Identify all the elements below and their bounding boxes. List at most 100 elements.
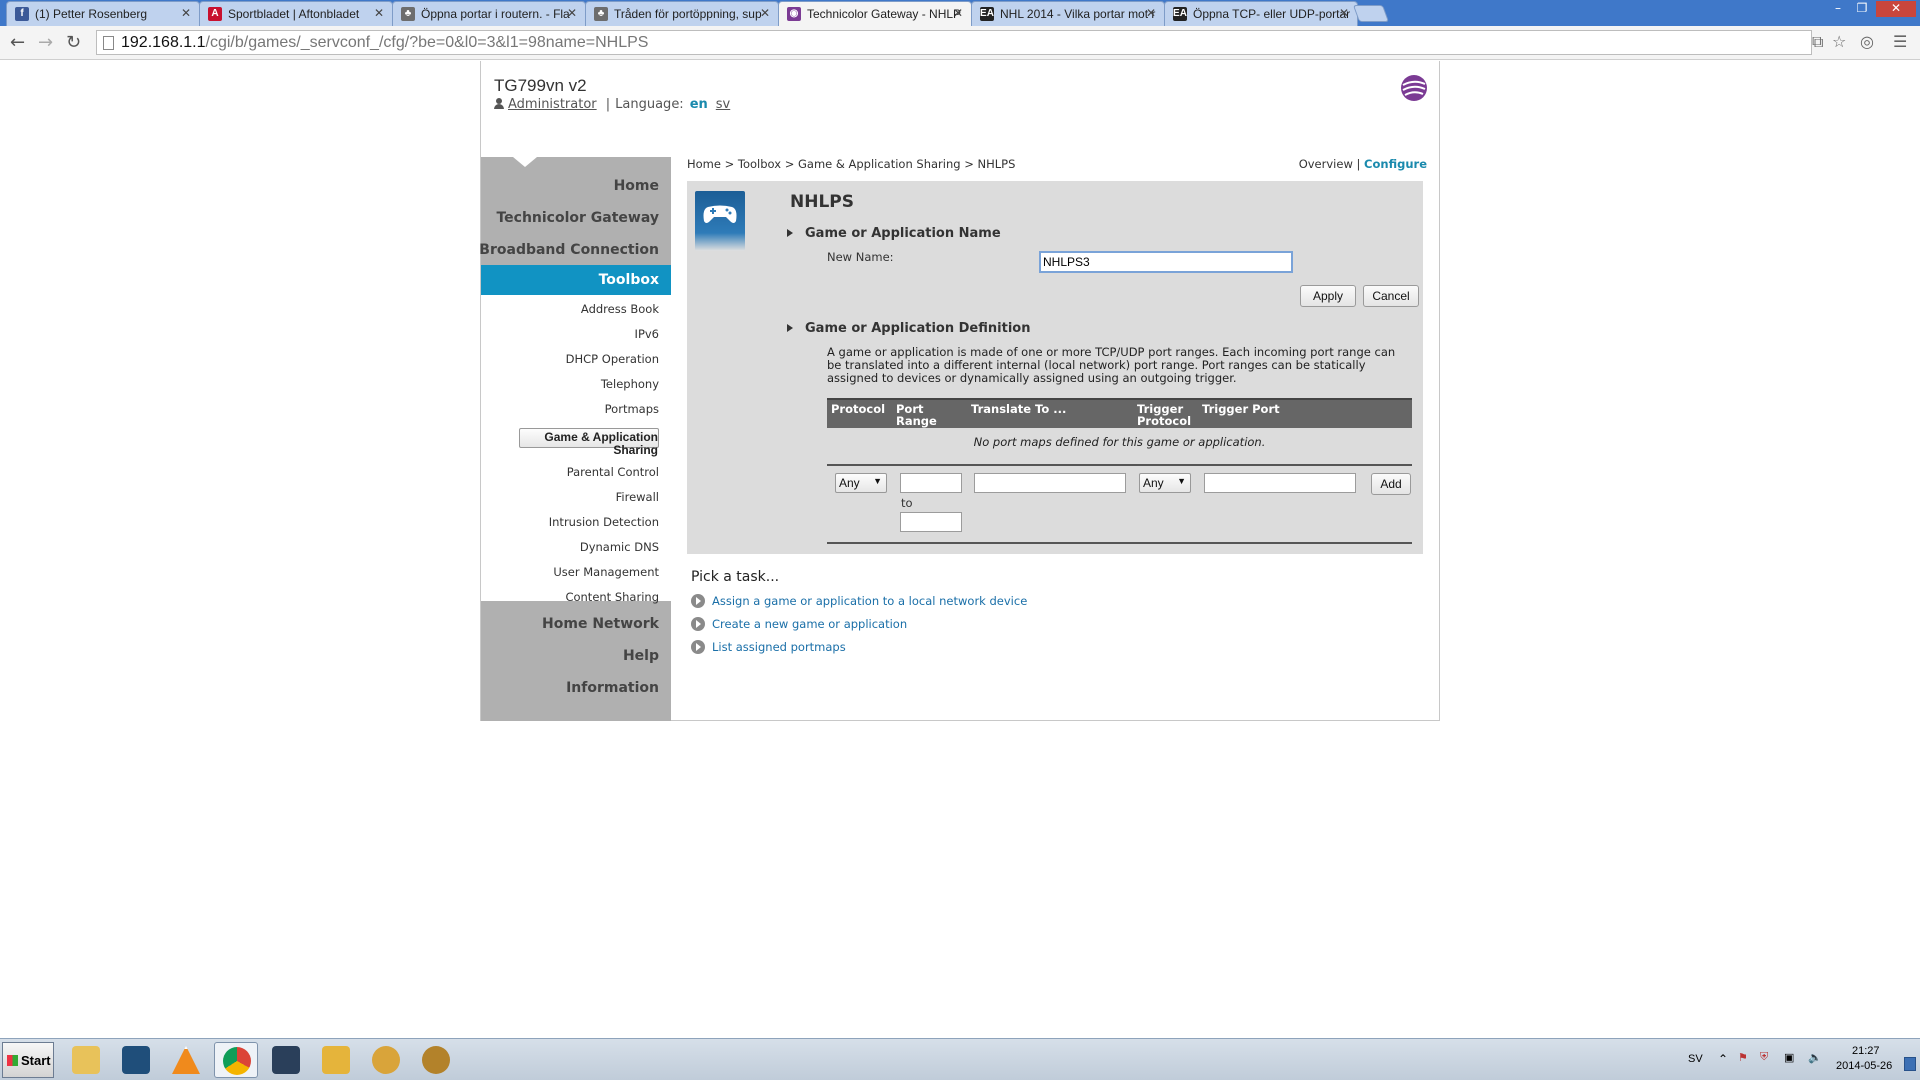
- close-window-icon[interactable]: ✕: [1876, 1, 1916, 17]
- clock-time[interactable]: 21:27: [1852, 1045, 1880, 1057]
- submenu-content-sharing[interactable]: Content Sharing: [565, 591, 659, 604]
- configure-link[interactable]: Configure: [1364, 157, 1427, 171]
- taskbar-game[interactable]: [314, 1042, 358, 1078]
- address-bar[interactable]: 192.168.1.1/cgi/b/games/_servconf_/cfg/?…: [96, 30, 1812, 55]
- submenu-game-application-sharing[interactable]: Game & Application Sharing: [519, 428, 659, 457]
- steam-icon: [272, 1046, 300, 1074]
- sidebar-item-technicolor-gateway[interactable]: Technicolor Gateway: [496, 210, 659, 226]
- browser-tab[interactable]: f (1) Petter Rosenberg ✕: [6, 1, 200, 26]
- action-center-icon[interactable]: ⚑: [1738, 1051, 1748, 1064]
- translate-icon[interactable]: ⧉: [1812, 32, 1823, 52]
- back-icon[interactable]: ←: [10, 32, 25, 53]
- submenu-ipv6[interactable]: IPv6: [635, 328, 659, 341]
- tab-close-icon[interactable]: ✕: [181, 6, 191, 20]
- protocol-select[interactable]: Any ▼: [835, 473, 887, 493]
- show-desktop-button[interactable]: [1904, 1057, 1916, 1071]
- new-name-input[interactable]: [1039, 251, 1293, 273]
- browser-tab[interactable]: ◉ Technicolor Gateway - NHLP ✕: [778, 1, 972, 26]
- sidebar-item-information[interactable]: Information: [566, 680, 659, 696]
- task-label[interactable]: Create a new game or application: [712, 617, 907, 631]
- game-icon: [372, 1046, 400, 1074]
- submenu-dynamic-dns[interactable]: Dynamic DNS: [580, 541, 659, 554]
- submenu-telephony[interactable]: Telephony: [601, 378, 659, 391]
- col-trigger-port: Trigger Port: [1202, 402, 1280, 416]
- submenu-user-management[interactable]: User Management: [553, 566, 659, 579]
- start-button[interactable]: Start: [2, 1042, 54, 1078]
- taskbar-steam[interactable]: [264, 1042, 308, 1078]
- forward-icon[interactable]: →: [38, 32, 53, 53]
- new-tab-button[interactable]: [1352, 5, 1390, 22]
- taskbar-app[interactable]: [114, 1042, 158, 1078]
- sidebar-item-broadband-connection[interactable]: Broadband Connection: [479, 242, 659, 258]
- breadcrumb[interactable]: Home > Toolbox > Game & Application Shar…: [687, 157, 1015, 171]
- add-button[interactable]: Add: [1371, 473, 1411, 495]
- taskbar-explorer[interactable]: [64, 1042, 108, 1078]
- browser-tab[interactable]: EA NHL 2014 - Vilka portar mot r ✕: [971, 1, 1165, 26]
- tab-close-icon[interactable]: ✕: [374, 6, 384, 20]
- task-list-portmaps[interactable]: List assigned portmaps: [691, 637, 846, 654]
- tab-title: Öppna portar i routern. - Fla: [421, 7, 570, 21]
- definition-description: A game or application is made of one or …: [827, 345, 1396, 385]
- sidebar-item-help[interactable]: Help: [623, 648, 659, 664]
- facebook-icon: f: [15, 7, 29, 21]
- task-label[interactable]: List assigned portmaps: [712, 640, 846, 654]
- volume-icon[interactable]: 🔈: [1808, 1051, 1822, 1064]
- submenu-address-book[interactable]: Address Book: [581, 303, 659, 316]
- security-icon[interactable]: ⛨: [1760, 1051, 1768, 1064]
- submenu-portmaps[interactable]: Portmaps: [605, 403, 659, 416]
- show-hidden-icons[interactable]: ⌃: [1718, 1052, 1728, 1066]
- administrator-link[interactable]: Administrator: [508, 97, 597, 112]
- extension-icon[interactable]: ◎: [1860, 32, 1874, 51]
- restore-icon[interactable]: ❐: [1852, 1, 1872, 17]
- sidebar-notch: [513, 157, 537, 167]
- taskbar-vlc[interactable]: [164, 1042, 208, 1078]
- reload-icon[interactable]: ↻: [66, 32, 81, 53]
- tab-close-icon[interactable]: ✕: [1339, 6, 1349, 20]
- port-range-end-input[interactable]: [900, 512, 962, 532]
- taskbar-wow[interactable]: [414, 1042, 458, 1078]
- task-assign-game[interactable]: Assign a game or application to a local …: [691, 591, 1027, 608]
- taskbar-chrome[interactable]: [214, 1042, 258, 1078]
- taskbar-game2[interactable]: [364, 1042, 408, 1078]
- submenu-dhcp-operation[interactable]: DHCP Operation: [566, 353, 659, 366]
- browser-tab[interactable]: A Sportbladet | Aftonbladet ✕: [199, 1, 393, 26]
- translate-to-input[interactable]: [974, 473, 1126, 493]
- expand-arrow-icon: [787, 229, 793, 237]
- aftonbladet-icon: A: [208, 7, 222, 21]
- port-range-start-input[interactable]: [900, 473, 962, 493]
- trigger-protocol-select[interactable]: Any ▼: [1139, 473, 1191, 493]
- lang-sv-link[interactable]: sv: [716, 97, 730, 112]
- tab-title: NHL 2014 - Vilka portar mot r: [1000, 7, 1156, 21]
- submenu-intrusion-detection[interactable]: Intrusion Detection: [549, 516, 659, 529]
- task-create-game[interactable]: Create a new game or application: [691, 614, 907, 631]
- bookmark-star-icon[interactable]: ☆: [1832, 32, 1846, 51]
- menu-icon[interactable]: ☰: [1893, 32, 1907, 51]
- tab-close-icon[interactable]: ✕: [953, 6, 963, 20]
- tab-close-icon[interactable]: ✕: [567, 6, 577, 20]
- tab-close-icon[interactable]: ✕: [1146, 6, 1156, 20]
- task-label[interactable]: Assign a game or application to a local …: [712, 594, 1027, 608]
- cancel-button[interactable]: Cancel: [1363, 285, 1419, 307]
- browser-tab[interactable]: ♣ Tråden för portöppning, sup ✕: [585, 1, 779, 26]
- sidebar-item-home-network[interactable]: Home Network: [542, 616, 659, 632]
- clock-date[interactable]: 2014-05-26: [1836, 1060, 1892, 1072]
- col-protocol: Protocol: [831, 402, 886, 416]
- overview-link[interactable]: Overview: [1299, 157, 1353, 171]
- sidebar-item-home[interactable]: Home: [614, 178, 659, 194]
- network-icon[interactable]: ▣: [1784, 1051, 1794, 1064]
- sidebar-item-toolbox[interactable]: Toolbox: [481, 265, 671, 295]
- apply-button[interactable]: Apply: [1300, 285, 1356, 307]
- minimize-icon[interactable]: –: [1828, 1, 1848, 17]
- tab-close-icon[interactable]: ✕: [760, 6, 770, 20]
- trigger-port-input[interactable]: [1204, 473, 1356, 493]
- view-separator: |: [1356, 157, 1361, 171]
- ea-icon: EA: [980, 7, 994, 21]
- view-links: Overview | Configure: [1299, 157, 1427, 171]
- browser-tab[interactable]: ♣ Öppna portar i routern. - Fla ✕: [392, 1, 586, 26]
- language-indicator[interactable]: SV: [1688, 1053, 1703, 1065]
- browser-tab[interactable]: EA Öppna TCP- eller UDP-portar ✕: [1164, 1, 1358, 26]
- submenu-parental-control[interactable]: Parental Control: [567, 466, 659, 479]
- app-icon: [122, 1046, 150, 1074]
- submenu-firewall[interactable]: Firewall: [616, 491, 659, 504]
- lang-en-link[interactable]: en: [690, 97, 708, 112]
